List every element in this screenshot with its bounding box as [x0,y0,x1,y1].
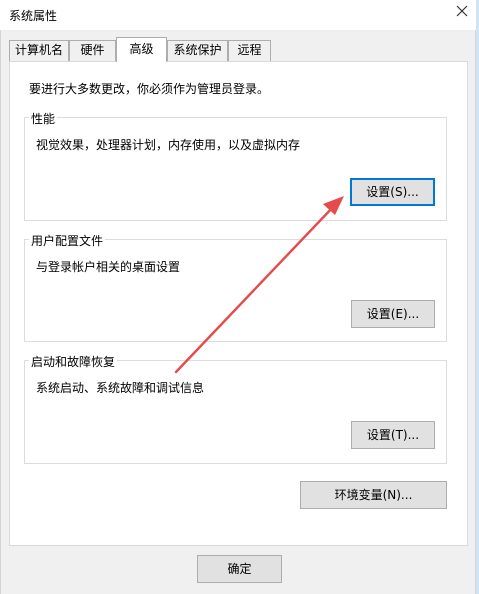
title-bar: 系统属性 [0,0,479,30]
environment-variables-button[interactable]: 环境变量(N)... [300,481,447,509]
tab-advanced[interactable]: 高级 [116,37,167,62]
window-border-left [0,30,1,594]
user-profiles-description: 与登录帐户相关的桌面设置 [36,260,181,274]
tab-hardware[interactable]: 硬件 [69,40,116,61]
startup-recovery-group-title: 启动和故障恢复 [29,353,118,370]
tab-computer-name[interactable]: 计算机名 [9,40,69,61]
admin-notice: 要进行大多数更改，你必须作为管理员登录。 [29,82,270,96]
tab-remote[interactable]: 远程 [228,40,271,61]
ok-button[interactable]: 确定 [197,555,282,583]
performance-description: 视觉效果，处理器计划，内存使用，以及虚拟内存 [36,138,301,152]
tab-system-protection[interactable]: 系统保护 [167,40,228,61]
startup-recovery-description: 系统启动、系统故障和调试信息 [36,381,205,395]
performance-group-title: 性能 [29,110,58,127]
user-profiles-settings-button[interactable]: 设置(E)... [351,300,435,328]
performance-settings-button[interactable]: 设置(S)... [350,178,435,206]
window-title: 系统属性 [9,9,58,23]
close-icon[interactable] [455,4,469,18]
user-profiles-group-title: 用户配置文件 [29,232,106,249]
startup-recovery-settings-button[interactable]: 设置(T)... [351,421,435,449]
